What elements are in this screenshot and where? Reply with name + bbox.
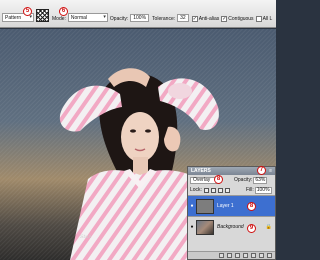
visibility-eye-icon[interactable]: ●	[188, 224, 196, 230]
blend-opacity-row: Overlay ▾ Opacity: 63%	[188, 175, 275, 185]
mode-label: Mode:	[52, 16, 66, 22]
blend-mode-value: Overlay	[193, 176, 211, 183]
step-badge-background: 9	[247, 224, 256, 233]
step-badge-pattern: 5	[23, 7, 32, 16]
options-bar: Pattern ▾ Mode: Normal ▾ Opacity: 100% T…	[0, 0, 276, 28]
lock-all-icon[interactable]	[224, 187, 230, 193]
mode-value: Normal	[70, 15, 88, 21]
tolerance-label: Tolerance:	[152, 16, 176, 22]
step-badge-opacity: 7	[257, 166, 266, 175]
layer-row-layer-1[interactable]: ● Layer 1	[188, 195, 275, 216]
adjustment-layer-icon[interactable]	[243, 253, 248, 258]
mode-dropdown[interactable]: Normal ▾	[67, 13, 108, 22]
delete-layer-icon[interactable]	[267, 253, 272, 258]
pattern-picker-swatch[interactable]	[36, 9, 49, 22]
opacity-input[interactable]: 100%	[130, 14, 150, 22]
layers-footer	[188, 251, 275, 259]
antialias-label: Anti-alias	[198, 16, 220, 22]
lock-fill-row: Lock: Fill: 100%	[188, 185, 275, 195]
fill-label: Fill:	[245, 187, 254, 193]
contiguous-checkbox[interactable]: ✓	[221, 16, 228, 22]
new-layer-icon[interactable]	[259, 253, 264, 258]
layers-panel: LAYERS ≡ Overlay ▾ Opacity: 63% Lock: Fi…	[187, 166, 276, 260]
fill-source-value: Pattern	[5, 15, 22, 21]
layer-thumbnail	[196, 198, 214, 214]
contiguous-label: Contiguous	[228, 16, 254, 22]
new-group-icon[interactable]	[251, 253, 256, 258]
photo-signature: Stan	[80, 234, 92, 240]
fill-input[interactable]: 100%	[254, 186, 272, 194]
lock-position-icon[interactable]	[217, 187, 223, 193]
chevron-down-icon: ▾	[103, 14, 106, 20]
lock-label: Lock:	[190, 187, 202, 193]
layer-style-icon[interactable]	[227, 253, 232, 258]
layer-opacity-label: Opacity:	[234, 177, 253, 183]
layers-tab-label: LAYERS	[191, 168, 211, 174]
step-badge-swatch: 6	[59, 7, 68, 16]
all-layers-label: All L	[262, 16, 273, 22]
layer-row-background[interactable]: ● Background 🔒	[188, 216, 275, 237]
layer-name: Layer 1	[217, 203, 234, 209]
all-layers-checkbox[interactable]	[255, 16, 262, 22]
lock-transparency-icon[interactable]	[203, 187, 209, 193]
tolerance-input[interactable]: 32	[177, 14, 189, 22]
step-badge-blend: 8	[214, 175, 223, 184]
layer-opacity-input[interactable]: 63%	[253, 176, 268, 184]
opacity-label: Opacity:	[109, 16, 129, 22]
lock-pixels-icon[interactable]	[210, 187, 216, 193]
panel-menu-icon[interactable]: ≡	[269, 167, 272, 175]
layer-thumbnail	[196, 219, 214, 235]
lock-icon: 🔒	[265, 224, 272, 230]
add-mask-icon[interactable]	[235, 253, 240, 258]
link-layers-icon[interactable]	[219, 253, 224, 258]
step-badge-layer-1: 8	[247, 202, 256, 211]
layer-name: Background	[217, 224, 244, 230]
antialias-checkbox[interactable]: ✓	[191, 16, 198, 22]
visibility-eye-icon[interactable]: ●	[188, 203, 196, 209]
